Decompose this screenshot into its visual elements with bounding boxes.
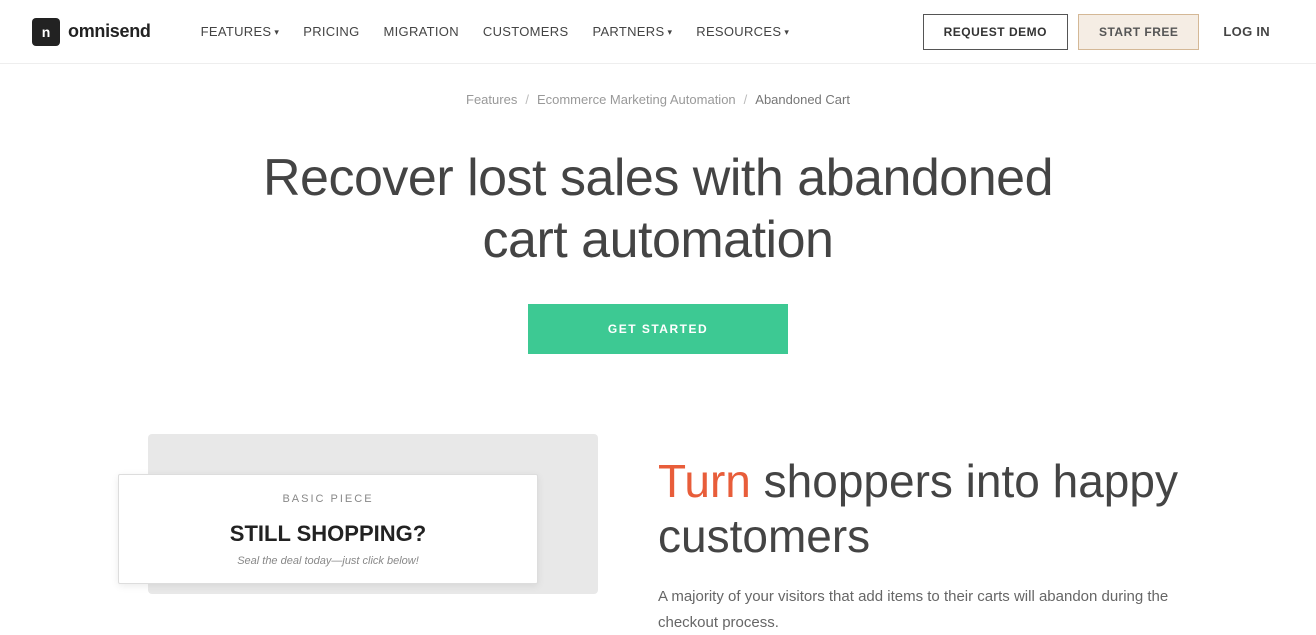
email-preview-area: BASIC PIECE STILL SHOPPING? Seal the dea… bbox=[118, 434, 598, 634]
chevron-down-icon: ▾ bbox=[274, 27, 279, 38]
nav-item-features[interactable]: FEATURES ▾ bbox=[191, 16, 290, 47]
turn-headline: Turn shoppers into happy customers bbox=[658, 454, 1198, 564]
breadcrumb-features[interactable]: Features bbox=[466, 92, 517, 107]
lower-section: BASIC PIECE STILL SHOPPING? Seal the dea… bbox=[58, 394, 1258, 635]
chevron-down-icon: ▾ bbox=[667, 27, 672, 38]
nav-actions: REQUEST DEMO START FREE LOG IN bbox=[923, 14, 1284, 50]
email-card-headline: STILL SHOPPING? bbox=[119, 513, 537, 551]
turn-body: A majority of your visitors that add ite… bbox=[658, 584, 1198, 635]
nav-item-pricing[interactable]: PRICING bbox=[293, 16, 369, 47]
log-in-button[interactable]: LOG IN bbox=[1209, 14, 1284, 49]
brand-name: omnisend bbox=[68, 21, 151, 42]
start-free-button[interactable]: START FREE bbox=[1078, 14, 1199, 50]
email-card-brand: BASIC PIECE bbox=[119, 475, 537, 513]
get-started-button[interactable]: GET STARTED bbox=[528, 304, 788, 354]
breadcrumb-ecommerce[interactable]: Ecommerce Marketing Automation bbox=[537, 92, 736, 107]
email-card-subtext: Seal the deal today—just click below! bbox=[119, 551, 537, 583]
chevron-down-icon: ▾ bbox=[784, 27, 789, 38]
turn-highlight: Turn bbox=[658, 455, 751, 507]
nav-item-resources[interactable]: RESOURCES ▾ bbox=[686, 16, 799, 47]
nav-item-customers[interactable]: CUSTOMERS bbox=[473, 16, 579, 47]
nav-item-migration[interactable]: MIGRATION bbox=[374, 16, 469, 47]
navbar: n omnisend FEATURES ▾ PRICING MIGRATION … bbox=[0, 0, 1316, 64]
request-demo-button[interactable]: REQUEST DEMO bbox=[923, 14, 1068, 50]
breadcrumb-sep: / bbox=[744, 92, 748, 107]
right-content: Turn shoppers into happy customers A maj… bbox=[658, 434, 1198, 635]
logo-icon: n bbox=[32, 18, 60, 46]
hero-title: Recover lost sales with abandoned cart a… bbox=[258, 147, 1058, 272]
hero-section: Recover lost sales with abandoned cart a… bbox=[0, 127, 1316, 394]
breadcrumb-current: Abandoned Cart bbox=[755, 92, 850, 107]
nav-links: FEATURES ▾ PRICING MIGRATION CUSTOMERS P… bbox=[191, 16, 923, 47]
breadcrumb: Features / Ecommerce Marketing Automatio… bbox=[0, 64, 1316, 127]
nav-item-partners[interactable]: PARTNERS ▾ bbox=[582, 16, 682, 47]
email-card: BASIC PIECE STILL SHOPPING? Seal the dea… bbox=[118, 474, 538, 584]
logo[interactable]: n omnisend bbox=[32, 18, 151, 46]
breadcrumb-sep: / bbox=[525, 92, 529, 107]
